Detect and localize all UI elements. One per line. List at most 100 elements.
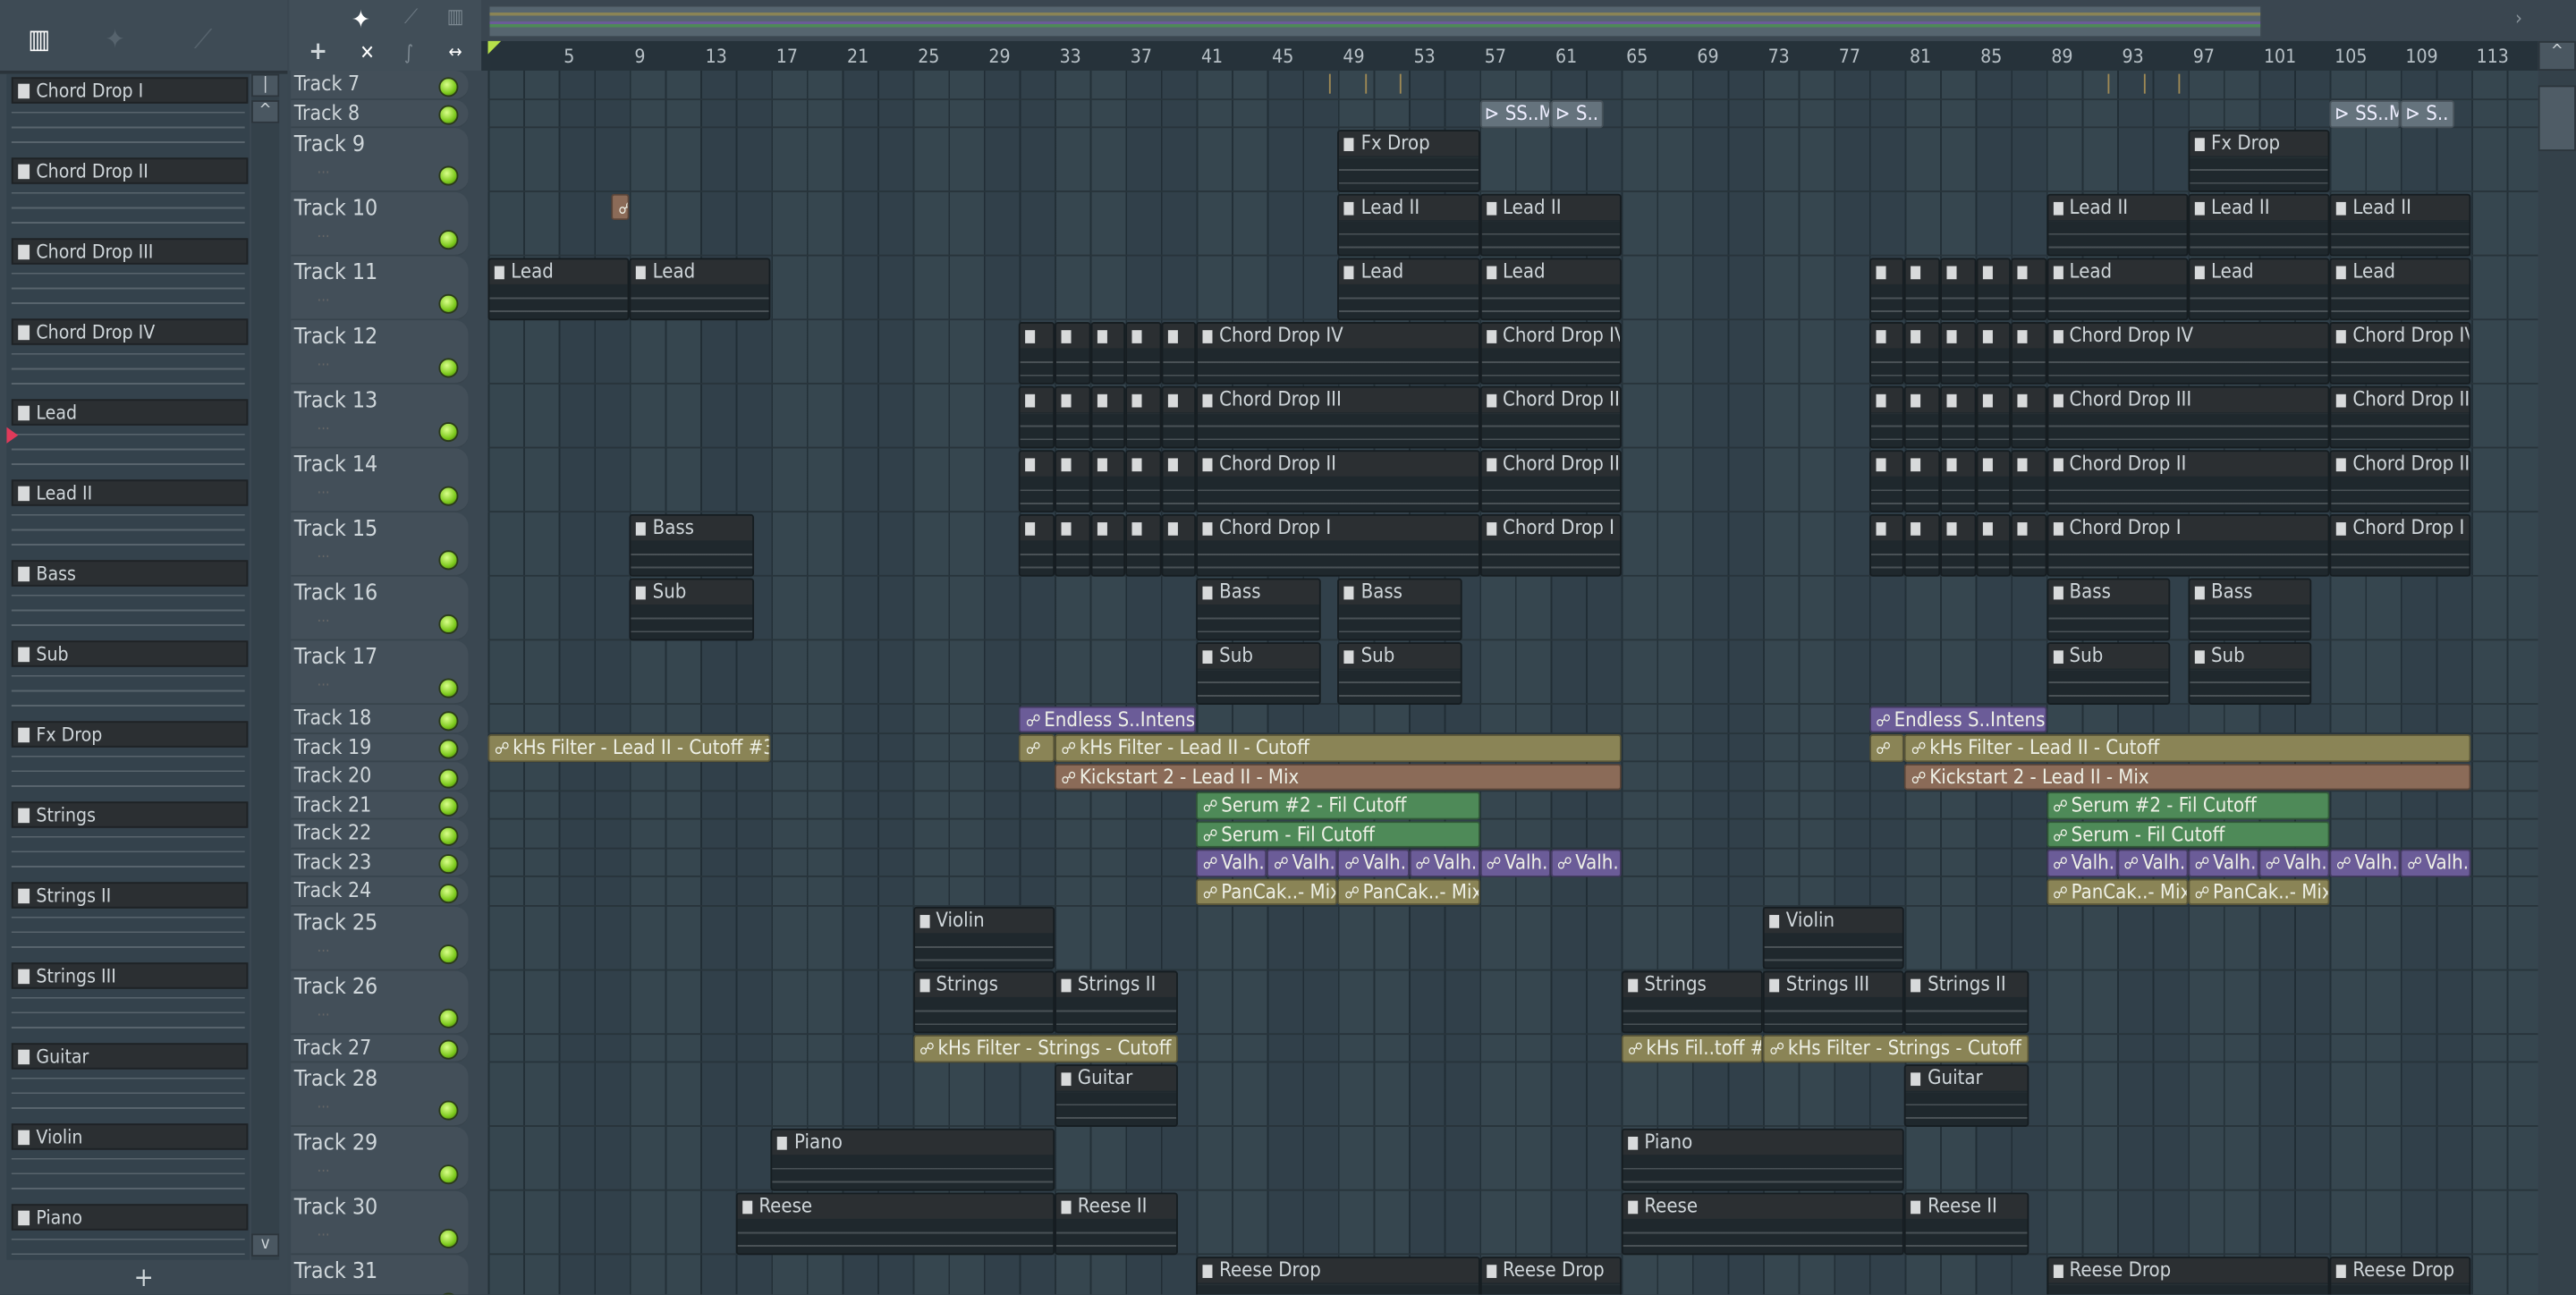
pattern-clip[interactable]: Chord Drop IV — [2329, 321, 2472, 384]
track-mute-led[interactable] — [438, 1292, 459, 1295]
browser-scrollbar[interactable]: | ^ v — [251, 73, 280, 1260]
track-mute-led[interactable] — [438, 883, 459, 903]
track-header[interactable]: Track 28 ··· — [291, 1062, 469, 1127]
track-name[interactable]: Track 17 — [294, 644, 377, 670]
automation-icon[interactable]: ⟋ — [404, 5, 418, 30]
track-more-icon[interactable]: ··· — [317, 422, 329, 438]
automation-clip[interactable]: ☍ kHs Filter - Strings - Cutoff — [912, 1035, 1179, 1062]
track-mute-led[interactable] — [438, 76, 459, 97]
track-mute-led[interactable] — [438, 678, 459, 698]
clip-header[interactable] — [1941, 386, 1974, 412]
pattern-clip[interactable] — [1125, 449, 1161, 512]
track-name[interactable]: Track 21 — [294, 791, 372, 817]
piano-icon[interactable]: ▥ — [28, 23, 50, 55]
pattern-clip[interactable]: Lead — [1337, 257, 1480, 320]
clip-header[interactable] — [1941, 514, 1974, 540]
pattern-clip[interactable]: Lead II — [2046, 192, 2189, 256]
clip-header[interactable] — [1055, 386, 1089, 412]
clip-header[interactable]: Chord Drop III — [2047, 386, 2328, 412]
clip-header[interactable] — [1021, 322, 1054, 348]
pattern-clip[interactable] — [1975, 385, 2012, 448]
timeline-ruler[interactable]: 5 9 13 17 21 25 29 33 37 41 45 49 53 57 61 65 69 73 77 81 85… — [481, 40, 2538, 71]
track-name[interactable]: Track 23 — [294, 849, 372, 875]
pattern-clip[interactable]: Lead — [1479, 257, 1622, 320]
clip-header[interactable] — [1870, 322, 1903, 348]
pattern-clip[interactable]: Violin — [912, 906, 1055, 969]
add-pattern-button[interactable]: + — [0, 1262, 287, 1295]
pattern-clip[interactable]: Lead II — [1337, 192, 1480, 256]
clip-header[interactable]: Reese — [1623, 1193, 1903, 1218]
pattern-clip[interactable] — [1868, 385, 1905, 448]
pattern-clip[interactable]: Chord Drop IV — [2046, 321, 2330, 384]
piano-icon[interactable]: ▥ — [447, 5, 464, 29]
clip-header[interactable] — [1055, 322, 1089, 348]
pattern-clip[interactable] — [1940, 257, 1976, 320]
clip-header[interactable]: Reese II — [1906, 1193, 2028, 1218]
pattern-clip[interactable]: Strings II — [1904, 970, 2029, 1034]
clip-header[interactable]: Lead — [1481, 258, 1620, 284]
track-header[interactable]: Track 9 ··· — [291, 128, 469, 192]
clip-header[interactable]: Guitar — [1906, 1065, 2028, 1090]
pattern-clip[interactable]: Lead — [629, 257, 772, 320]
pattern-clip[interactable] — [1868, 321, 1905, 384]
clip-header[interactable] — [1906, 386, 1939, 412]
track-header[interactable]: Track 27 — [291, 1034, 469, 1063]
clip-header[interactable] — [2012, 258, 2046, 284]
clip-header[interactable]: Lead — [489, 258, 629, 284]
automation-clip[interactable]: ☍ Valh.. — [1337, 849, 1410, 876]
playlist-vertical-scrollbar[interactable]: ^ — [2538, 40, 2576, 1295]
pattern-clip[interactable]: Chord Drop I — [1196, 512, 1480, 576]
pattern-clip[interactable] — [1904, 385, 1941, 448]
pattern-clip[interactable]: Sub — [2188, 641, 2312, 705]
track-mute-led[interactable] — [438, 550, 459, 571]
clip-header[interactable]: Chord Drop II — [2331, 451, 2470, 476]
clip-header[interactable] — [1091, 451, 1124, 476]
pattern-clip[interactable] — [1975, 257, 2012, 320]
pattern-clip[interactable] — [2011, 321, 2046, 384]
pattern-clip[interactable] — [1019, 385, 1055, 448]
pattern-clip[interactable]: Sub — [2046, 641, 2171, 705]
delete-icon[interactable]: ✕ — [360, 41, 375, 64]
track-name[interactable]: Track 20 — [294, 762, 372, 788]
browser-item-header[interactable]: Guitar — [11, 1043, 249, 1070]
clip-header[interactable]: Violin — [914, 908, 1054, 934]
browser-item[interactable]: Lead II — [6, 477, 250, 557]
pattern-clip[interactable]: Bass — [629, 512, 754, 576]
clip-header[interactable]: Chord Drop I — [2047, 514, 2328, 540]
clip-header[interactable] — [1906, 514, 1939, 540]
clip-header[interactable] — [1055, 514, 1089, 540]
playlist-grid[interactable]: ⊳ SS..M⊳ S..⊳ SS..M⊳ S..Fx DropFx Drop☍L… — [487, 70, 2538, 1295]
clip-header[interactable]: Reese Drop — [2331, 1257, 2470, 1282]
pattern-clip[interactable]: Chord Drop II — [2046, 449, 2330, 512]
track-header[interactable]: Track 17 ··· — [291, 640, 469, 705]
clip-header[interactable]: Lead — [2190, 258, 2328, 284]
pattern-clip[interactable] — [1019, 449, 1055, 512]
clip-header[interactable] — [2012, 322, 2046, 348]
pattern-clip[interactable]: Reese Drop — [1479, 1256, 1622, 1295]
track-header[interactable]: Track 18 — [291, 704, 469, 734]
add-track-button[interactable]: + — [309, 36, 327, 65]
clip-header[interactable] — [1977, 451, 2010, 476]
browser-item-header[interactable]: Chord Drop IV — [11, 318, 249, 345]
clip-header[interactable]: Sub — [2047, 643, 2169, 668]
track-header[interactable]: Track 21 — [291, 791, 469, 820]
track-name[interactable]: Track 8 — [294, 99, 360, 125]
track-more-icon[interactable]: ··· — [317, 944, 329, 960]
automation-clip[interactable]: ☍ kHs Filter - Lead II - Cutoff #3 — [487, 734, 772, 762]
track-name[interactable]: Track 11 — [294, 259, 377, 285]
pattern-clip[interactable]: Piano — [771, 1127, 1055, 1190]
track-header[interactable]: Track 30 ··· — [291, 1190, 469, 1256]
browser-item-header[interactable]: Lead II — [11, 479, 249, 506]
pattern-clip[interactable] — [1975, 449, 2012, 512]
pattern-clip[interactable] — [1055, 512, 1090, 576]
clip-header[interactable] — [1906, 322, 1939, 348]
track-header[interactable]: Track 7 — [291, 70, 469, 100]
pattern-clip[interactable]: Bass — [2046, 577, 2171, 640]
pattern-clip[interactable]: Bass — [2188, 577, 2312, 640]
pattern-clip[interactable] — [1089, 512, 1126, 576]
browser-item-header[interactable]: Chord Drop I — [11, 77, 249, 104]
pattern-clip[interactable] — [1160, 321, 1197, 384]
track-more-icon[interactable]: ··· — [317, 294, 329, 310]
track-mute-led[interactable] — [438, 767, 459, 788]
clip-header[interactable] — [1941, 322, 1974, 348]
